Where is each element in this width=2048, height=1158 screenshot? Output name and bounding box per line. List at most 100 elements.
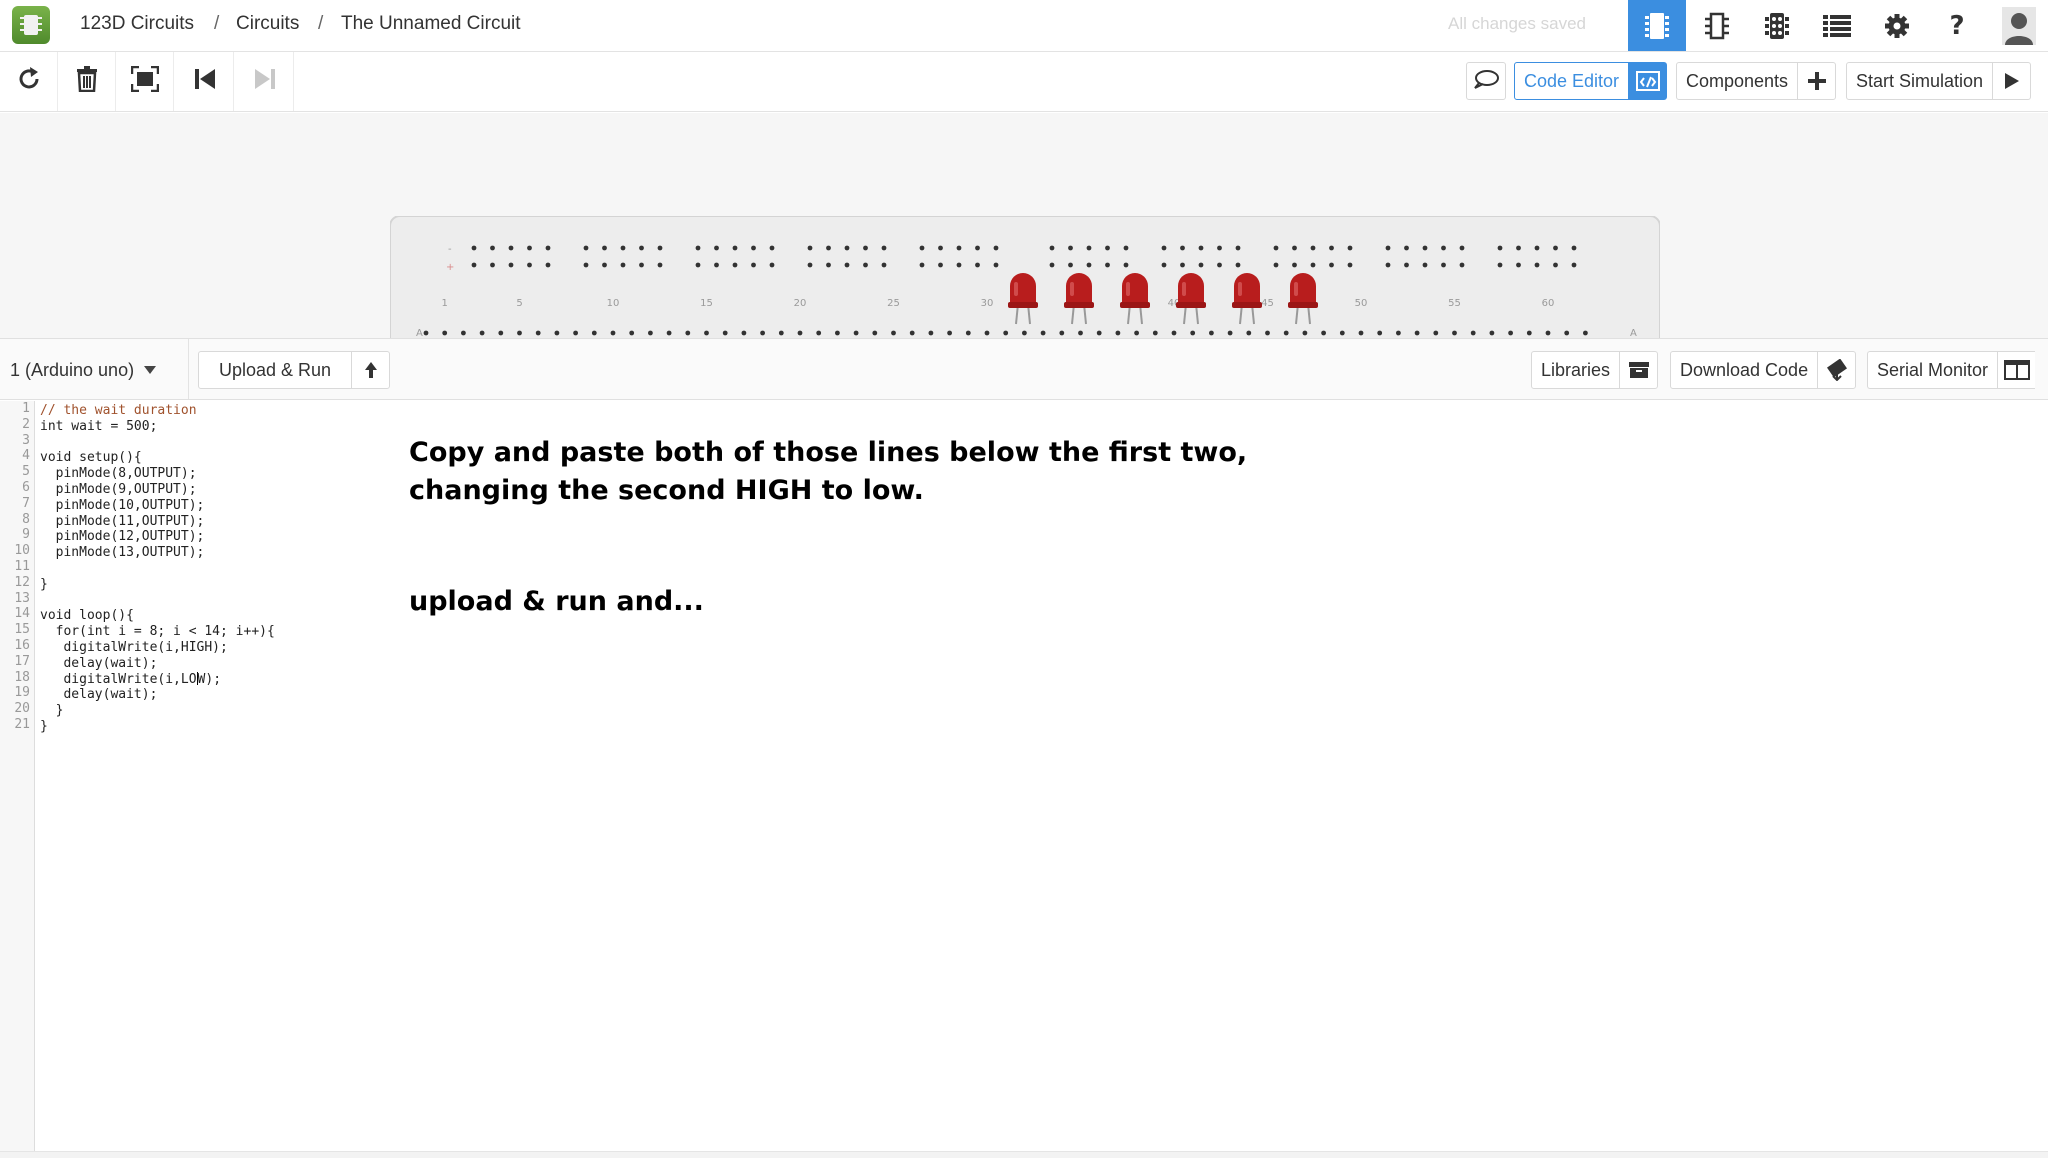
code-line[interactable] (40, 561, 275, 577)
breadboard-hole[interactable] (714, 262, 719, 268)
start-simulation-button[interactable]: Start Simulation (1846, 62, 2032, 100)
list-view-button[interactable] (1808, 0, 1866, 51)
breadboard-hole[interactable] (722, 330, 728, 336)
breadboard-hole[interactable] (844, 262, 850, 268)
circuit-canvas[interactable]: -+AA151015202530354045505560 (0, 113, 2048, 338)
breadboard-hole[interactable] (1347, 245, 1353, 251)
download-code-button[interactable]: Download Code (1670, 351, 1857, 389)
code-line[interactable] (40, 435, 275, 451)
breadboard-hole[interactable] (545, 262, 551, 268)
code-line[interactable]: int wait = 500; (40, 419, 275, 435)
breadboard-hole[interactable] (1022, 330, 1027, 336)
code-line[interactable]: void loop(){ (40, 608, 275, 624)
breadboard-hole[interactable] (1347, 262, 1353, 268)
breadboard-hole[interactable] (1273, 262, 1279, 268)
breadboard-hole[interactable] (1105, 262, 1110, 268)
breadboard-hole[interactable] (1414, 330, 1420, 336)
code-line[interactable]: // the wait duration (40, 403, 275, 419)
breadboard-hole[interactable] (545, 245, 551, 251)
breadboard-hole[interactable] (1377, 330, 1383, 336)
breadboard-hole[interactable] (1068, 245, 1073, 251)
breadboard-hole[interactable] (610, 330, 616, 336)
breadboard-hole[interactable] (508, 262, 514, 268)
breadboard-hole[interactable] (1180, 262, 1185, 268)
breadboard-hole[interactable] (938, 262, 943, 268)
breadboard-hole[interactable] (657, 262, 663, 268)
breadboard-hole[interactable] (1217, 245, 1222, 251)
breadboard-hole[interactable] (1470, 330, 1476, 336)
breadboard-hole[interactable] (685, 330, 691, 336)
schematic-view-button[interactable] (1688, 0, 1746, 51)
breadboard-hole[interactable] (938, 245, 943, 251)
breadboard-hole[interactable] (490, 262, 495, 268)
breadboard-hole[interactable] (573, 330, 578, 336)
breadboard-hole[interactable] (1049, 262, 1055, 268)
breadboard-hole[interactable] (471, 262, 477, 268)
breadboard-hole[interactable] (629, 330, 635, 336)
breadboard-hole[interactable] (1321, 330, 1326, 336)
breadboard-hole[interactable] (1123, 262, 1129, 268)
breadboard-hole[interactable] (863, 245, 868, 251)
breadboard-hole[interactable] (1180, 245, 1185, 251)
breadboard-hole[interactable] (872, 330, 878, 336)
breadboard-hole[interactable] (1198, 262, 1204, 268)
breadboard-hole[interactable] (1310, 245, 1316, 251)
code-line[interactable]: digitalWrite(i,LOW); (40, 671, 275, 688)
breadboard-hole[interactable] (1273, 245, 1279, 251)
code-line[interactable]: pinMode(11,OUTPUT); (40, 514, 275, 530)
breadboard-hole[interactable] (1123, 245, 1129, 251)
breadboard-hole[interactable] (797, 330, 803, 336)
app-logo[interactable] (12, 6, 50, 44)
breadboard-hole[interactable] (535, 330, 541, 336)
breadboard-view-button[interactable] (1628, 0, 1686, 51)
breadboard-hole[interactable] (490, 245, 495, 251)
breadboard-hole[interactable] (993, 245, 999, 251)
code-line[interactable]: delay(wait); (40, 687, 275, 703)
breadboard-hole[interactable] (1497, 262, 1503, 268)
breadboard-hole[interactable] (844, 245, 850, 251)
breadboard-hole[interactable] (471, 245, 477, 251)
breadboard-hole[interactable] (1385, 245, 1391, 251)
breadboard-hole[interactable] (1508, 330, 1513, 336)
serial-monitor-button[interactable]: Serial Monitor (1867, 351, 2036, 389)
breadboard-hole[interactable] (1086, 245, 1092, 251)
breadboard-hole[interactable] (741, 330, 747, 336)
breadboard-hole[interactable] (1049, 245, 1055, 251)
breadboard-hole[interactable] (1292, 262, 1297, 268)
code-line[interactable]: pinMode(10,OUTPUT); (40, 498, 275, 514)
breadboard-hole[interactable] (956, 262, 962, 268)
breadboard-hole[interactable] (1385, 262, 1391, 268)
code-editor[interactable]: 1 2 3 4 5 6 7 8 9 10 11 12 13 14 15 16 17 18 19 20 21 // the… (0, 401, 2048, 1158)
breadboard-hole[interactable] (778, 330, 784, 336)
breadboard-hole[interactable] (1516, 262, 1521, 268)
breadboard-hole[interactable] (714, 245, 719, 251)
breadboard-hole[interactable] (769, 262, 775, 268)
breadboard-hole[interactable] (1096, 330, 1102, 336)
breadboard-hole[interactable] (1422, 245, 1428, 251)
code-line[interactable]: for(int i = 8; i < 14; i++){ (40, 624, 275, 640)
breadboard-hole[interactable] (1059, 330, 1065, 336)
breadboard-hole[interactable] (1265, 330, 1270, 336)
breadboard-hole[interactable] (1534, 262, 1540, 268)
breadboard-hole[interactable] (657, 245, 663, 251)
breadboard-hole[interactable] (1227, 330, 1233, 336)
breadboard-hole[interactable] (1358, 330, 1364, 336)
code-line[interactable]: void setup(){ (40, 450, 275, 466)
breadboard-hole[interactable] (1564, 330, 1570, 336)
breadboard-hole[interactable] (751, 262, 756, 268)
breadboard-hole[interactable] (1068, 262, 1073, 268)
breadboard-hole[interactable] (508, 245, 514, 251)
breadboard-hole[interactable] (1283, 330, 1289, 336)
help-button[interactable]: ? (1928, 0, 1986, 51)
breadboard-hole[interactable] (1171, 330, 1177, 336)
breadboard-hole[interactable] (620, 245, 626, 251)
code-line[interactable]: } (40, 719, 275, 735)
breadboard-hole[interactable] (639, 262, 644, 268)
breadboard-hole[interactable] (1526, 330, 1532, 336)
components-button[interactable]: Components (1676, 62, 1837, 100)
breadboard-hole[interactable] (695, 262, 701, 268)
breadboard-hole[interactable] (919, 245, 925, 251)
breadboard-hole[interactable] (1198, 245, 1204, 251)
step-back-button[interactable] (176, 52, 234, 111)
breadboard-hole[interactable] (975, 262, 980, 268)
